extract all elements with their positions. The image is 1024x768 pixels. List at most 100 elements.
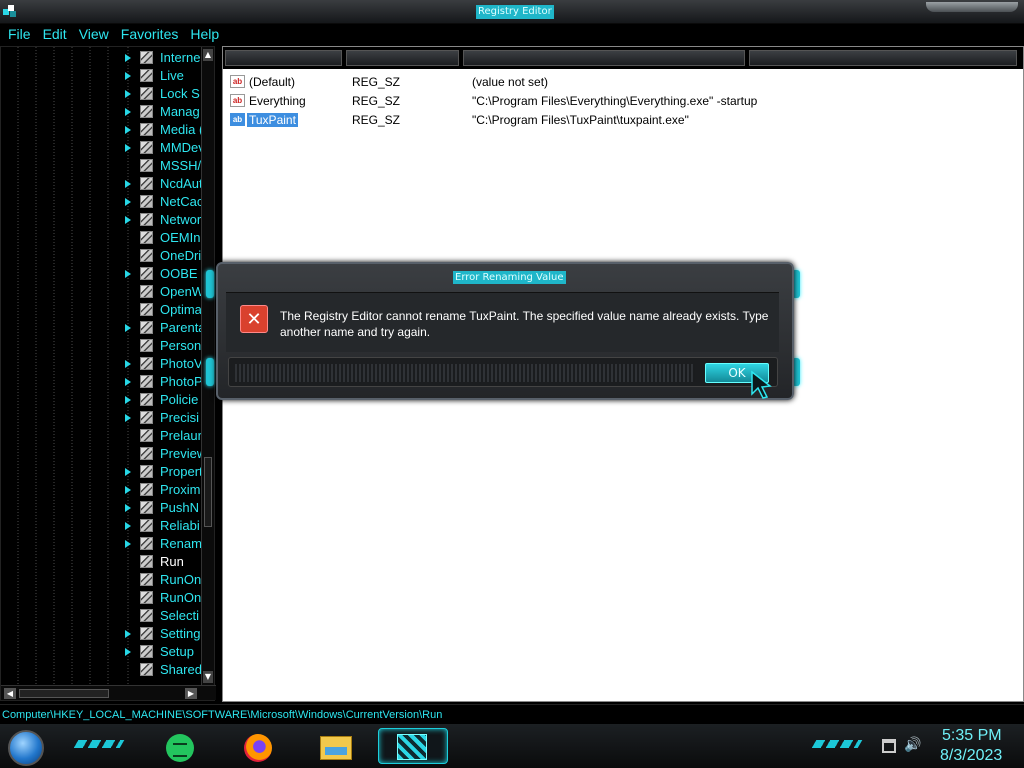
tree-item[interactable]: Setup [123, 643, 201, 661]
tree-item[interactable]: MMDev [123, 139, 201, 157]
tree-item[interactable]: Networ [123, 211, 201, 229]
tree-item[interactable]: PhotoV [123, 355, 201, 373]
value-row[interactable]: ab (Default) REG_SZ (value not set) [229, 73, 1009, 91]
tree-item[interactable]: Policie [123, 391, 201, 409]
tree-item-label: RunOn [160, 572, 201, 587]
taskbar-decoration [811, 740, 863, 748]
registry-key-icon [140, 573, 153, 586]
scroll-thumb-horizontal[interactable] [19, 689, 109, 698]
expand-arrow-icon[interactable] [123, 269, 133, 279]
tree-item[interactable]: Media ( [123, 121, 201, 139]
expand-arrow-icon[interactable] [123, 467, 133, 477]
column-name[interactable] [225, 50, 343, 66]
clock-date[interactable]: 8/3/2023 [940, 747, 1002, 765]
expand-arrow-icon[interactable] [123, 125, 133, 135]
clock-time[interactable]: 5:35 PM [942, 727, 1002, 745]
tree-item[interactable]: NetCac [123, 193, 201, 211]
expand-arrow-icon[interactable] [123, 377, 133, 387]
tree-item[interactable]: OpenW [123, 283, 201, 301]
tree-item[interactable]: Lock S [123, 85, 201, 103]
tree-item[interactable]: Precisi [123, 409, 201, 427]
regedit-icon[interactable] [2, 3, 18, 19]
tree-item[interactable]: PhotoP [123, 373, 201, 391]
expand-arrow-icon[interactable] [123, 485, 133, 495]
value-name[interactable]: TuxPaint [247, 113, 298, 127]
expand-arrow-icon[interactable] [123, 413, 133, 423]
tree-item[interactable]: Optima [123, 301, 201, 319]
column-filler [749, 50, 1018, 66]
tree-item[interactable]: OEMIn [123, 229, 201, 247]
expand-arrow-icon[interactable] [123, 629, 133, 639]
menu-edit[interactable]: Edit [43, 26, 67, 42]
expand-arrow-icon[interactable] [123, 521, 133, 531]
scroll-right-icon[interactable]: ▶ [185, 688, 197, 699]
tree-item-label: Proxim [160, 482, 201, 497]
network-icon[interactable] [882, 739, 896, 753]
window-controls[interactable] [926, 2, 1018, 12]
tree-item[interactable]: NcdAut [123, 175, 201, 193]
start-button[interactable] [8, 730, 44, 766]
scroll-left-icon[interactable]: ◀ [4, 688, 16, 699]
volume-icon[interactable]: 🔊 [904, 737, 922, 755]
expand-arrow-icon[interactable] [123, 503, 133, 513]
column-type[interactable] [346, 50, 460, 66]
scroll-thumb[interactable] [204, 457, 212, 527]
registry-key-icon [140, 627, 153, 640]
registry-tree-pane[interactable]: Interne Live Lock S Manag Media (MMDev MSSH/N… [0, 46, 216, 701]
expand-arrow-icon[interactable] [123, 71, 133, 81]
registry-key-icon [140, 195, 153, 208]
tree-item[interactable]: Person [123, 337, 201, 355]
notes-icon[interactable] [160, 728, 202, 764]
tree-item[interactable]: Selecti [123, 607, 201, 625]
tree-item[interactable]: Setting [123, 625, 201, 643]
tree-item[interactable]: Shared [123, 661, 201, 679]
tree-item[interactable]: Renam [123, 535, 201, 553]
tree-item-label: PushN [160, 500, 200, 515]
expand-arrow-icon[interactable] [123, 647, 133, 657]
tree-item[interactable]: RunOn [123, 571, 201, 589]
tree-horizontal-scrollbar[interactable]: ◀ ▶ [1, 685, 216, 700]
registry-key-icon [140, 663, 153, 676]
tree-item-label: Run [160, 554, 184, 569]
scroll-down-icon[interactable]: ▼ [203, 671, 213, 683]
value-row-selected[interactable]: ab TuxPaint REG_SZ "C:\Program Files\Tux… [229, 111, 1009, 129]
expand-arrow-icon[interactable] [123, 143, 133, 153]
column-data[interactable] [463, 50, 746, 66]
expand-arrow-icon[interactable] [123, 89, 133, 99]
menu-help[interactable]: Help [190, 26, 219, 42]
expand-arrow-icon[interactable] [123, 395, 133, 405]
tree-item[interactable]: RunOn [123, 589, 201, 607]
tree-item[interactable]: Propert [123, 463, 201, 481]
tree-item[interactable]: OOBE [123, 265, 201, 283]
value-row[interactable]: ab Everything REG_SZ "C:\Program Files\E… [229, 92, 1009, 110]
tree-item[interactable]: OneDri [123, 247, 201, 265]
tree-item[interactable]: Live [123, 67, 201, 85]
menu-favorites[interactable]: Favorites [121, 26, 179, 42]
expand-arrow-icon[interactable] [123, 323, 133, 333]
tree-item-label: Lock S [160, 86, 200, 101]
expand-arrow-icon[interactable] [123, 359, 133, 369]
tree-item[interactable]: Preview [123, 445, 201, 463]
regedit-taskbar-button[interactable] [378, 728, 448, 764]
menu-file[interactable]: File [8, 26, 31, 42]
tree-item[interactable]: MSSH/ [123, 157, 201, 175]
expand-arrow-icon[interactable] [123, 107, 133, 117]
expand-arrow-icon[interactable] [123, 539, 133, 549]
scroll-up-icon[interactable]: ▲ [203, 49, 213, 61]
tree-item[interactable]: Manag [123, 103, 201, 121]
expand-arrow-icon[interactable] [123, 179, 133, 189]
tree-item[interactable]: Reliabi [123, 517, 201, 535]
expand-arrow-icon[interactable] [123, 53, 133, 63]
tree-item[interactable]: PushN [123, 499, 201, 517]
tree-item[interactable]: Interne [123, 49, 201, 67]
tree-item-selected[interactable]: Run [123, 553, 201, 571]
expand-arrow-icon[interactable] [123, 197, 133, 207]
expand-arrow-icon[interactable] [123, 215, 133, 225]
registry-key-icon [140, 141, 153, 154]
tree-item[interactable]: Proxim [123, 481, 201, 499]
file-explorer-icon[interactable] [316, 728, 358, 764]
tree-item[interactable]: Parenta [123, 319, 201, 337]
menu-view[interactable]: View [79, 26, 109, 42]
tree-item[interactable]: Prelaur [123, 427, 201, 445]
firefox-icon[interactable] [238, 728, 280, 764]
